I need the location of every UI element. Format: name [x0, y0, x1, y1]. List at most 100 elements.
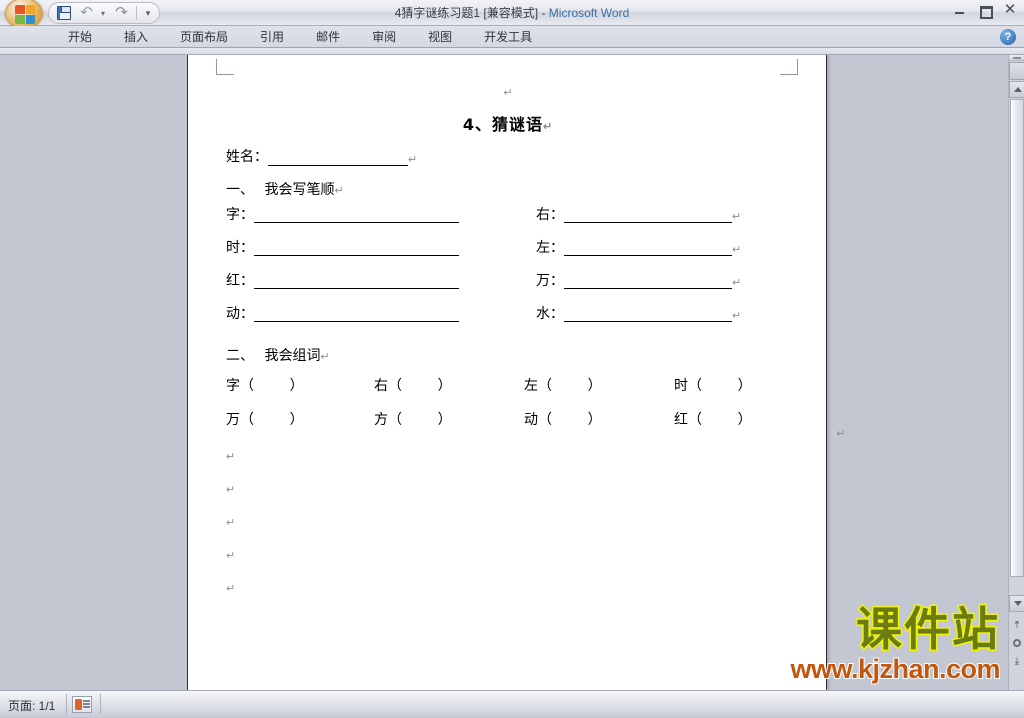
pilcrow-icon: ↵: [334, 185, 344, 197]
section-2-number: 二、: [226, 348, 254, 364]
restore-button[interactable]: [977, 3, 993, 19]
pilcrow-icon: ↵: [732, 244, 742, 256]
chevron-down-icon: [1014, 601, 1022, 606]
tab-home[interactable]: 开始: [52, 26, 108, 48]
select-browse-object-button[interactable]: [1009, 635, 1024, 652]
qat-divider: [136, 6, 137, 20]
window-title-separator: -: [538, 6, 549, 20]
chevron-up-icon: [1014, 87, 1022, 92]
save-button[interactable]: [53, 4, 74, 22]
name-blank[interactable]: [268, 151, 408, 166]
word-building-grid: 字（ ） 右（ ） 左（ ） 时（ ） 万（ ） 方（ ） 动（ ） 红（ ） …: [226, 375, 846, 443]
next-page-button[interactable]: ⤓: [1009, 653, 1024, 670]
stroke-blank[interactable]: [564, 274, 732, 289]
stroke-blank[interactable]: [564, 241, 732, 256]
stroke-blank[interactable]: [564, 307, 732, 322]
browse-object-button-top[interactable]: [1009, 62, 1024, 80]
ribbon-body: [0, 48, 1024, 55]
scrollbar-thumb[interactable]: [1010, 99, 1024, 577]
word-cell[interactable]: 方（ ）: [374, 409, 452, 429]
word-row: 字（ ） 右（ ） 左（ ） 时（ ）: [226, 375, 796, 409]
empty-paragraph-list: ↵ ↵ ↵ ↵ ↵: [226, 445, 235, 610]
stroke-row: 红： 万： ↵: [226, 273, 796, 306]
tab-developer[interactable]: 开发工具: [468, 26, 548, 48]
chevron-down-icon: ▾: [145, 7, 151, 18]
word-cell[interactable]: 右（ ）: [374, 375, 452, 395]
minimize-button[interactable]: [952, 3, 968, 17]
help-button[interactable]: ?: [1000, 29, 1016, 45]
stroke-cell-right: 右： ↵: [536, 207, 741, 223]
stroke-blank[interactable]: [254, 208, 459, 223]
vertical-scrollbar[interactable]: ⤒ ⤓: [1008, 55, 1024, 690]
tab-references[interactable]: 引用: [244, 26, 300, 48]
pilcrow-icon: ↵: [226, 484, 236, 496]
stroke-row: 时： 左： ↵: [226, 240, 796, 273]
stroke-label: 动：: [226, 306, 254, 322]
window-controls: ✕: [952, 2, 1018, 19]
tab-view[interactable]: 视图: [412, 26, 468, 48]
stroke-label: 右：: [536, 207, 564, 223]
stroke-label: 水：: [536, 306, 564, 322]
name-label: 姓名：: [226, 149, 268, 165]
stroke-label: 万：: [536, 273, 564, 289]
pilcrow-icon: ↵: [732, 277, 742, 289]
pilcrow-icon: ↵: [226, 550, 236, 562]
office-button[interactable]: [5, 0, 43, 29]
status-divider: [100, 694, 101, 714]
stroke-label: 左：: [536, 240, 564, 256]
stroke-blank[interactable]: [254, 241, 459, 256]
document-content: ↵ 4、猜谜语↵ 姓名： ↵ 一、 我会写笔顺↵ 字： 右： ↵ 时： 左： ↵…: [188, 55, 846, 690]
status-divider: [66, 694, 67, 714]
stroke-blank[interactable]: [564, 208, 732, 223]
word-cell[interactable]: 动（ ）: [524, 409, 602, 429]
section-2-label: 我会组词: [264, 348, 321, 364]
split-handle[interactable]: [1009, 55, 1024, 61]
scroll-up-button[interactable]: [1009, 81, 1024, 98]
pilcrow-icon: ↵: [732, 211, 742, 223]
word-cell[interactable]: 左（ ）: [524, 375, 602, 395]
previous-page-button[interactable]: ⤒: [1009, 617, 1024, 634]
tab-mailings[interactable]: 邮件: [300, 26, 356, 48]
pilcrow-icon: ↵: [226, 583, 236, 595]
stroke-blank[interactable]: [254, 307, 459, 322]
stroke-cell-right: 水： ↵: [536, 306, 741, 322]
tab-insert[interactable]: 插入: [108, 26, 164, 48]
page-number-status[interactable]: 页面: 1/1: [8, 697, 55, 714]
undo-button[interactable]: ↶: [76, 4, 97, 22]
window-title-doc: 4猜字谜练习题1 [兼容模式]: [394, 6, 539, 20]
pilcrow-icon: ↵: [408, 154, 418, 166]
close-button[interactable]: ✕: [1002, 2, 1018, 17]
stroke-cell-left: 时：: [226, 240, 459, 256]
ribbon-tab-strip: 开始 插入 页面布局 引用 邮件 审阅 视图 开发工具 ?: [0, 26, 1024, 48]
word-cell[interactable]: 时（ ）: [674, 375, 752, 395]
stroke-label: 字：: [226, 207, 254, 223]
pilcrow-icon: ↵: [774, 409, 845, 457]
redo-button[interactable]: ↷: [111, 4, 132, 22]
stroke-label: 时：: [226, 240, 254, 256]
title-bar: 4猜字谜练习题1 [兼容模式] - Microsoft Word ↶ ▾ ↷ ▾: [0, 0, 1024, 29]
document-page[interactable]: ↵ 4、猜谜语↵ 姓名： ↵ 一、 我会写笔顺↵ 字： 右： ↵ 时： 左： ↵…: [187, 55, 846, 690]
word-row: 万（ ） 方（ ） 动（ ） 红（ ） ↵: [226, 409, 846, 443]
document-title: 4、猜谜语↵: [188, 111, 828, 135]
word-cell[interactable]: 字（ ）: [226, 375, 304, 395]
office-logo-icon: [15, 5, 35, 24]
page-view-icon[interactable]: [72, 696, 92, 713]
stroke-blank[interactable]: [254, 274, 459, 289]
stroke-cell-right: 左： ↵: [536, 240, 741, 256]
tab-review[interactable]: 审阅: [356, 26, 412, 48]
section-2-heading: 二、 我会组词↵: [226, 345, 330, 365]
undo-dropdown[interactable]: ▾: [99, 4, 109, 22]
stroke-order-grid: 字： 右： ↵ 时： 左： ↵ 红： 万： ↵ 动： 水： ↵: [226, 207, 796, 339]
stroke-row: 动： 水： ↵: [226, 306, 796, 339]
empty-paragraph: ↵: [226, 511, 235, 544]
document-workspace: ↵ 4、猜谜语↵ 姓名： ↵ 一、 我会写笔顺↵ 字： 右： ↵ 时： 左： ↵…: [0, 55, 1008, 690]
pilcrow-icon: ↵: [732, 310, 742, 322]
customize-qat-button[interactable]: ▾: [141, 4, 155, 22]
tab-page-layout[interactable]: 页面布局: [164, 26, 244, 48]
section-1-heading: 一、 我会写笔顺↵: [226, 179, 344, 199]
document-title-text: 4、猜谜语: [462, 115, 543, 134]
window-title-app: Microsoft Word: [548, 6, 630, 20]
word-cell[interactable]: 万（ ）: [226, 409, 304, 429]
word-cell[interactable]: 红（ ）: [674, 409, 752, 429]
scroll-down-button[interactable]: [1009, 595, 1024, 612]
